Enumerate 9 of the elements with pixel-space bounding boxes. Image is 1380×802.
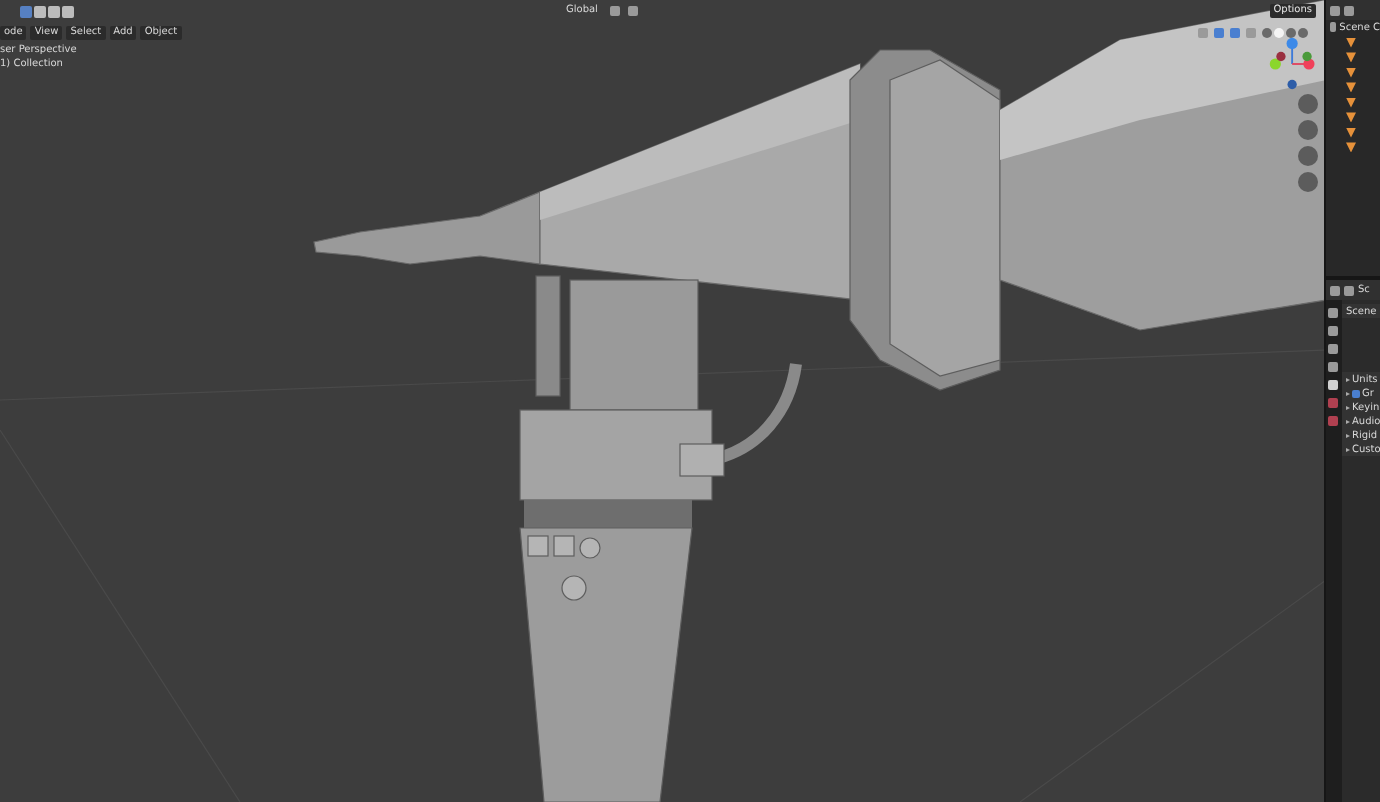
expand-arrow-icon[interactable] [1346, 419, 1350, 423]
expand-arrow-icon[interactable] [1346, 377, 1350, 381]
shading-mode-icon[interactable] [1286, 27, 1296, 37]
expand-arrow-icon[interactable] [1346, 447, 1350, 451]
expand-arrow-icon[interactable] [1346, 405, 1350, 409]
checkbox[interactable] [1352, 389, 1360, 397]
expand-arrow-icon[interactable] [1346, 433, 1350, 437]
shading-mode-icon[interactable] [1262, 27, 1272, 37]
shading-mode-icon[interactable] [1298, 27, 1308, 37]
